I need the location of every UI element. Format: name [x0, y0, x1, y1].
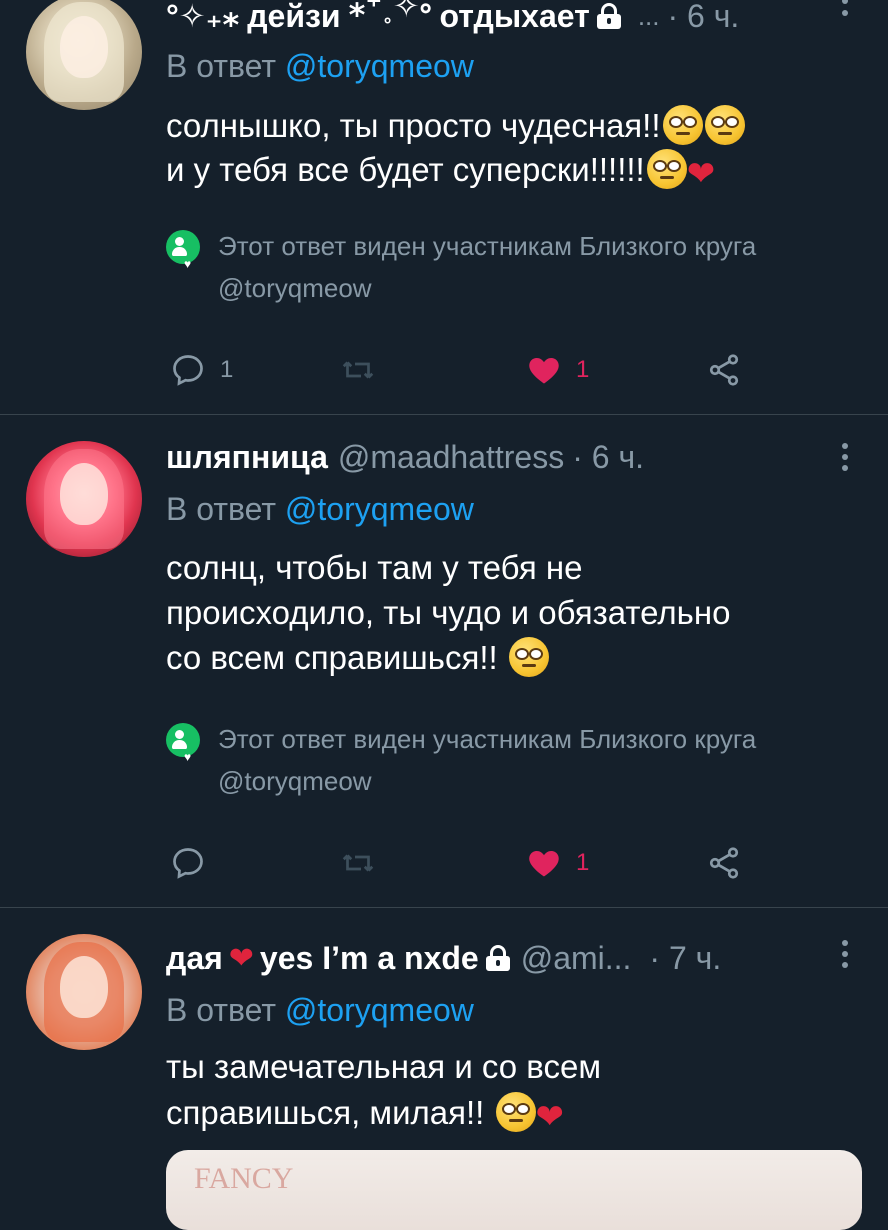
- heart-filled-icon: [529, 358, 559, 384]
- tweet-header: °✧₊⁎ дейзи ⁎⁺˳✧༚ отдыхает ... · 6 ч.: [166, 0, 739, 38]
- reply-count: 1: [220, 356, 234, 383]
- like-count: 1: [576, 356, 590, 383]
- tweet-text-line: справишься, милая!!: [166, 1094, 485, 1131]
- reply-mention[interactable]: @toryqmeow: [285, 992, 474, 1028]
- like-count: 1: [576, 849, 590, 876]
- tweet-text: ты замечательная и со всем справишься, м…: [166, 1044, 856, 1140]
- rolling-eyes-emoji-icon: [662, 105, 703, 145]
- tweet-text-line: со всем справишься!!: [166, 639, 498, 676]
- like-button[interactable]: 1: [526, 841, 589, 885]
- reply-to: В ответ @toryqmeow: [166, 48, 474, 85]
- reply-icon: [173, 355, 203, 386]
- close-circle-note-line2: @toryqmeow: [218, 766, 372, 796]
- tweet-1[interactable]: °✧₊⁎ дейзи ⁎⁺˳✧༚ отдыхает ... · 6 ч. В о…: [0, 0, 888, 414]
- tweet-text: солнышко, ты просто чудесная!! и у тебя …: [166, 104, 856, 196]
- handle[interactable]: ...: [638, 1, 660, 32]
- retweet-icon: [342, 361, 374, 379]
- close-circle-icon: ♥: [166, 723, 200, 764]
- more-vertical-icon[interactable]: [838, 938, 850, 972]
- tweet-text-line: ты замечательная и со всем: [166, 1048, 602, 1085]
- media-text: FANCY: [194, 1162, 294, 1195]
- reply-button[interactable]: [170, 841, 206, 885]
- retweet-button[interactable]: [340, 348, 376, 392]
- reply-icon: [173, 848, 203, 879]
- avatar[interactable]: [26, 441, 142, 557]
- avatar-face: [60, 956, 108, 1018]
- lock-icon: [485, 945, 511, 971]
- avatar[interactable]: [26, 934, 142, 1050]
- retweet-icon: [342, 854, 374, 872]
- reply-button[interactable]: 1: [170, 348, 233, 392]
- display-name[interactable]: дейзи: [247, 0, 340, 35]
- reply-to: В ответ @toryqmeow: [166, 491, 474, 528]
- share-icon: [709, 354, 739, 386]
- rolling-eyes-emoji-icon: [495, 1092, 536, 1132]
- reply-label: В ответ: [166, 491, 277, 527]
- more-vertical-icon[interactable]: [838, 0, 850, 30]
- tweet-text-line: происходило, ты чудо и обязательно: [166, 594, 731, 631]
- handle[interactable]: @maadhattress: [338, 439, 564, 476]
- tweet-actions: 1: [166, 841, 766, 885]
- name-prefix: °✧₊⁎: [166, 0, 240, 34]
- retweet-button[interactable]: [340, 841, 376, 885]
- timestamp[interactable]: · 6 ч.: [667, 0, 739, 35]
- timestamp[interactable]: · 6 ч.: [572, 439, 644, 476]
- reply-to: В ответ @toryqmeow: [166, 992, 474, 1029]
- lock-icon: [596, 3, 622, 29]
- close-circle-note-line2: @toryqmeow: [218, 273, 372, 303]
- tweet-text: солнц, чтобы там у тебя не происходило, …: [166, 545, 856, 680]
- close-circle-icon: ♥: [166, 230, 200, 271]
- tweet-2[interactable]: шляпница @maadhattress · 6 ч. В ответ @t…: [0, 415, 888, 907]
- timestamp[interactable]: · 7 ч.: [649, 940, 721, 977]
- heart-arrow-emoji-icon: ❤: [686, 155, 716, 193]
- share-button[interactable]: [706, 841, 742, 885]
- like-button[interactable]: 1: [526, 348, 589, 392]
- heart-emoji-icon: ❤: [535, 1098, 565, 1136]
- tweet-header: дая ❤ yes I’m a nxde @ami... · 7 ч.: [166, 936, 721, 980]
- reply-label: В ответ: [166, 48, 277, 84]
- reply-label: В ответ: [166, 992, 277, 1028]
- reply-mention[interactable]: @toryqmeow: [285, 491, 474, 527]
- avatar-face: [60, 16, 108, 78]
- rolling-eyes-emoji-icon: [508, 637, 549, 677]
- display-name-suffix: yes I’m a nxde: [259, 939, 479, 976]
- avatar-face: [60, 463, 108, 525]
- tweet-text-line: солнц, чтобы там у тебя не: [166, 549, 583, 586]
- share-icon: [709, 847, 739, 879]
- tweet-actions: 1 1: [166, 348, 766, 392]
- tweet-text-line: и у тебя все будет суперски!!!!!!: [166, 151, 645, 188]
- rolling-eyes-emoji-icon: [646, 149, 687, 189]
- tweet-header: шляпница @maadhattress · 6 ч.: [166, 435, 644, 479]
- display-status: отдыхает: [439, 0, 590, 34]
- close-circle-note-line1: Этот ответ виден участникам Близкого кру…: [218, 724, 757, 754]
- share-button[interactable]: [706, 348, 742, 392]
- tweet-text-line: солнышко, ты просто чудесная!!: [166, 107, 661, 144]
- display-name[interactable]: шляпница: [166, 439, 328, 476]
- reply-mention[interactable]: @toryqmeow: [285, 48, 474, 84]
- handle[interactable]: @ami...: [521, 940, 632, 977]
- media-image[interactable]: FANCY: [166, 1150, 862, 1230]
- avatar[interactable]: [26, 0, 142, 110]
- rolling-eyes-emoji-icon: [704, 105, 745, 145]
- more-vertical-icon[interactable]: [838, 441, 850, 475]
- close-circle-note-line1: Этот ответ виден участникам Близкого кру…: [218, 231, 757, 261]
- heart-filled-icon: [529, 851, 559, 877]
- display-name[interactable]: дая: [166, 940, 223, 977]
- anatomical-heart-icon: ❤: [228, 941, 254, 975]
